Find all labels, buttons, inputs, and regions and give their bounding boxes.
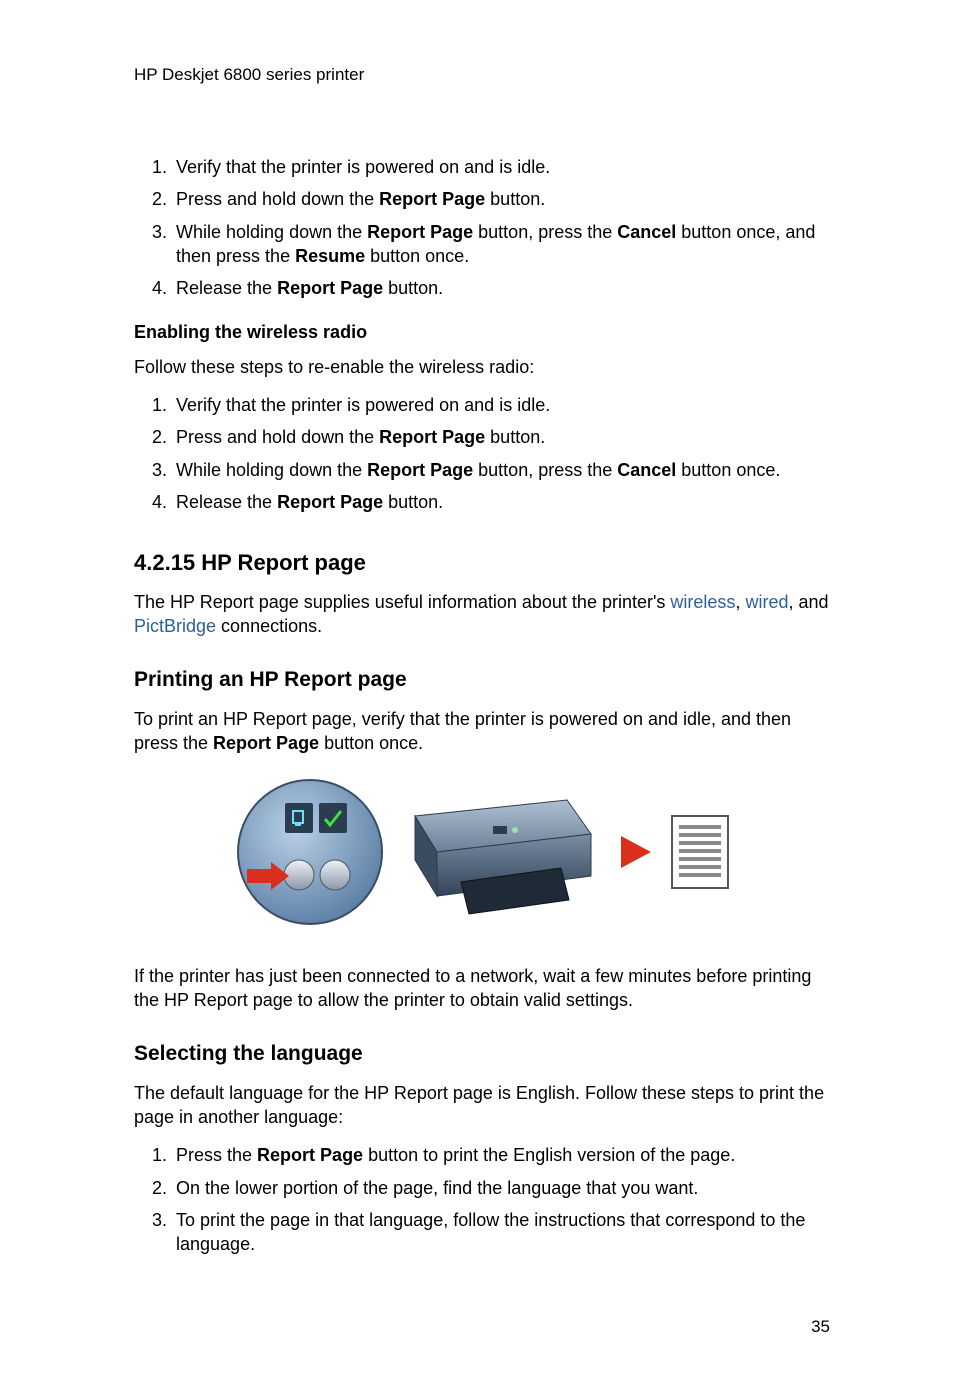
text: To print the page in that language, foll… [176,1210,805,1254]
text-bold: Report Page [379,427,485,447]
text: button. [485,427,545,447]
heading-hp-report-page: 4.2.15 HP Report page [134,548,830,578]
text: button. [485,189,545,209]
text: button once. [676,460,780,480]
text-bold: Report Page [213,733,319,753]
text-bold: Report Page [367,460,473,480]
text: Release the [176,492,277,512]
text: button. [383,492,443,512]
list-item: Release the Report Page button. [172,490,830,514]
text: button, press the [473,460,617,480]
text: Press and hold down the [176,189,379,209]
text: Release the [176,278,277,298]
text: Press and hold down the [176,427,379,447]
text-bold: Report Page [277,278,383,298]
text: button. [383,278,443,298]
list-item: Release the Report Page button. [172,276,830,300]
link-wired[interactable]: wired [745,592,788,612]
list-item: While holding down the Report Page butto… [172,220,830,269]
list-item: To print the page in that language, foll… [172,1208,830,1257]
control-panel-icon [235,777,385,927]
arrow-right-icon [621,836,651,868]
text-bold: Cancel [617,460,676,480]
heading-printing: Printing an HP Report page [134,666,830,694]
page-number: 35 [134,1316,830,1339]
report-page-icon [671,815,729,889]
paragraph: The HP Report page supplies useful infor… [134,590,830,639]
text-bold: Report Page [257,1145,363,1165]
subheading-enable-radio: Enabling the wireless radio [134,320,830,344]
text: While holding down the [176,460,367,480]
paragraph: If the printer has just been connected t… [134,964,830,1013]
steps-list-1: Verify that the printer is powered on an… [134,155,830,300]
text-bold: Report Page [379,189,485,209]
text: The HP Report page supplies useful infor… [134,592,670,612]
list-item: Verify that the printer is powered on an… [172,155,830,179]
list-item: Press and hold down the Report Page butt… [172,425,830,449]
text: Verify that the printer is powered on an… [176,157,550,177]
paragraph: Follow these steps to re-enable the wire… [134,355,830,379]
text-bold: Cancel [617,222,676,242]
steps-list-2: Verify that the printer is powered on an… [134,393,830,514]
text-bold: Report Page [277,492,383,512]
link-wireless[interactable]: wireless [670,592,735,612]
text: While holding down the [176,222,367,242]
list-item: On the lower portion of the page, find t… [172,1176,830,1200]
text: button once. [319,733,423,753]
paragraph: To print an HP Report page, verify that … [134,707,830,756]
page-header: HP Deskjet 6800 series printer [134,64,830,87]
text: Verify that the printer is powered on an… [176,395,550,415]
list-item: Verify that the printer is powered on an… [172,393,830,417]
heading-language: Selecting the language [134,1040,830,1068]
printer-illustration [134,777,830,933]
text: Press the [176,1145,257,1165]
text-bold: Resume [295,246,365,266]
text: connections. [216,616,322,636]
text: button to print the English version of t… [363,1145,735,1165]
steps-list-3: Press the Report Page button to print th… [134,1143,830,1256]
text: On the lower portion of the page, find t… [176,1178,698,1198]
list-item: Press the Report Page button to print th… [172,1143,830,1167]
text: button once. [365,246,469,266]
list-item: Press and hold down the Report Page butt… [172,187,830,211]
printer-icon [401,782,601,922]
text: , [735,592,745,612]
list-item: While holding down the Report Page butto… [172,458,830,482]
text-bold: Report Page [367,222,473,242]
text: , and [788,592,828,612]
paragraph: The default language for the HP Report p… [134,1081,830,1130]
link-pictbridge[interactable]: PictBridge [134,616,216,636]
text: button, press the [473,222,617,242]
